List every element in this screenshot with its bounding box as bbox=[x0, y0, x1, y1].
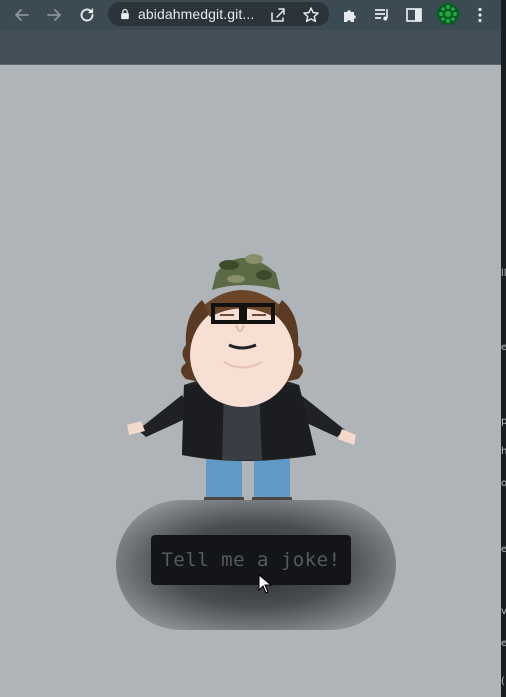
background-text: v bbox=[501, 606, 506, 617]
lock-icon[interactable] bbox=[118, 7, 132, 21]
background-text: e bbox=[501, 544, 506, 555]
reload-icon[interactable] bbox=[77, 5, 97, 25]
back-icon[interactable] bbox=[12, 5, 32, 25]
side-panel-icon[interactable] bbox=[404, 5, 424, 25]
mouse-pointer-icon bbox=[258, 574, 272, 594]
page-top-bar bbox=[0, 30, 501, 65]
avatar[interactable] bbox=[437, 3, 459, 25]
menu-icon[interactable] bbox=[470, 5, 490, 25]
browser-window: abidahmedgit.git... Tell me a joke! bbox=[0, 0, 502, 697]
background-text: o bbox=[501, 478, 506, 489]
background-text: e bbox=[501, 638, 506, 649]
forward-icon[interactable] bbox=[44, 5, 64, 25]
browser-toolbar: abidahmedgit.git... bbox=[0, 0, 501, 30]
url-text: abidahmedgit.git... bbox=[138, 6, 255, 22]
caricature-man-illustration bbox=[127, 254, 356, 506]
background-text: ( bbox=[501, 676, 505, 687]
background-text: e bbox=[501, 342, 506, 353]
background-text: h bbox=[501, 446, 506, 457]
extensions-icon[interactable] bbox=[340, 5, 360, 25]
background-text: p bbox=[501, 416, 506, 427]
tell-joke-button[interactable]: Tell me a joke! bbox=[151, 535, 351, 585]
media-icon[interactable] bbox=[372, 5, 392, 25]
address-bar[interactable]: abidahmedgit.git... bbox=[108, 2, 329, 26]
share-icon[interactable] bbox=[268, 5, 288, 25]
background-text: ll bbox=[501, 268, 506, 279]
star-icon[interactable] bbox=[301, 5, 321, 25]
